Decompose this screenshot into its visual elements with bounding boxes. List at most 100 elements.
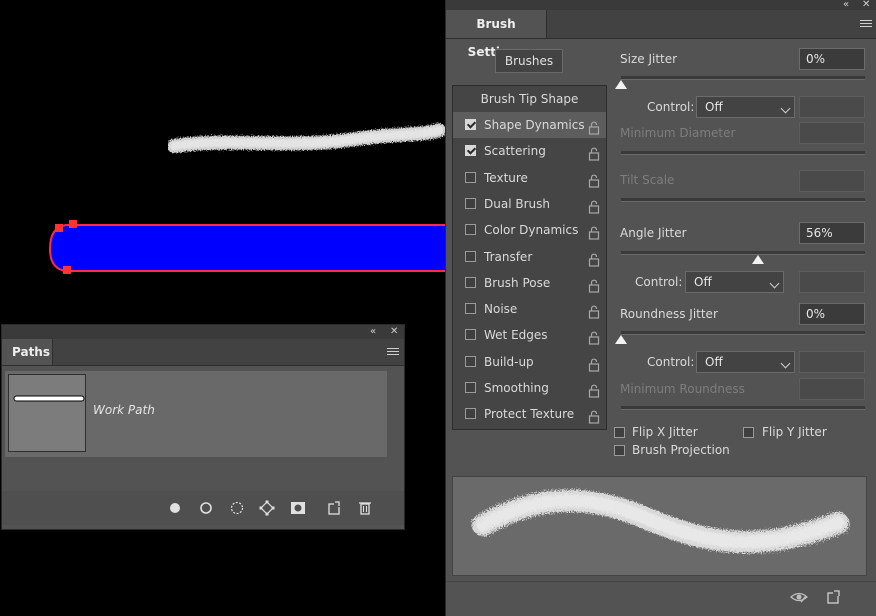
chevron-down-icon [780, 103, 791, 114]
toggle-live-tip-preview-icon[interactable] [789, 588, 809, 606]
size-control-select[interactable]: Off [696, 96, 795, 118]
close-icon[interactable]: ✕ [390, 325, 398, 339]
brush-option-checkbox[interactable] [465, 355, 476, 367]
angle-jitter-thumb[interactable] [751, 255, 764, 264]
tab-brush-settings[interactable]: Brush Settings [446, 10, 547, 59]
brush-option-item[interactable]: Wet Edges [453, 322, 606, 348]
flip-y-jitter-checkbox[interactable] [743, 427, 754, 438]
brush-option-label: Smoothing [484, 381, 549, 395]
roundness-control-select[interactable]: Off [696, 351, 795, 373]
angle-control-select[interactable]: Off [685, 271, 784, 293]
load-selection-icon[interactable] [228, 499, 246, 517]
new-path-icon[interactable] [325, 499, 343, 517]
brush-option-checkbox[interactable] [465, 250, 476, 262]
minimum-roundness-field [799, 378, 865, 400]
brush-option-label: Noise [484, 302, 518, 317]
brushes-button[interactable]: Brushes [495, 49, 563, 73]
path-name[interactable]: Work Path [93, 403, 155, 417]
brush-option-label: Texture [484, 170, 528, 185]
brush-option-checkbox[interactable] [465, 329, 476, 341]
flip-x-jitter-checkbox[interactable] [614, 427, 625, 438]
size-jitter-slider[interactable] [621, 76, 865, 80]
lock-icon[interactable] [588, 250, 600, 267]
size-jitter-field[interactable]: 0% [799, 48, 865, 70]
size-control-value: Off [705, 100, 723, 114]
tab-paths[interactable]: Paths [2, 339, 53, 365]
minimum-roundness-label: Minimum Roundness [620, 382, 745, 396]
brush-option-item[interactable]: Scattering [453, 138, 606, 164]
lock-icon[interactable] [588, 302, 600, 319]
panel-menu-icon[interactable] [860, 20, 872, 28]
brush-option-item[interactable]: Shape Dynamics [453, 112, 606, 138]
roundness-jitter-field[interactable]: 0% [799, 303, 865, 325]
trash-icon[interactable] [356, 499, 374, 517]
brush-option-item[interactable]: Transfer [453, 244, 606, 270]
tilt-scale-slider [621, 198, 865, 202]
brush-option-item[interactable]: Color Dynamics [453, 217, 606, 243]
stroke-path-icon[interactable] [197, 499, 215, 517]
angle-control-value: Off [694, 275, 712, 289]
tilt-scale-label: Tilt Scale [620, 173, 675, 187]
brush-settings-panel: « ✕ Brush Settings Brushes Brush Tip Sha… [445, 0, 876, 616]
tilt-scale-field [799, 170, 865, 192]
add-mask-icon[interactable] [289, 499, 307, 517]
brush-option-checkbox[interactable] [465, 197, 476, 209]
work-path-shape[interactable] [46, 219, 448, 277]
chevron-down-icon [780, 358, 791, 369]
brush-projection-checkbox[interactable] [614, 445, 625, 456]
brush-option-checkbox[interactable] [465, 276, 476, 288]
roundness-jitter-label: Roundness Jitter [620, 307, 718, 321]
brush-option-item[interactable]: Dual Brush [453, 191, 606, 217]
control-label: Control: [647, 100, 695, 114]
lock-icon[interactable] [588, 328, 600, 345]
brush-option-item[interactable]: Smoothing [453, 375, 606, 401]
brush-option-label: Color Dynamics [484, 223, 579, 238]
size-control-field [799, 96, 865, 118]
lock-icon[interactable] [588, 407, 600, 424]
brush-option-checkbox[interactable] [465, 224, 476, 236]
brush-option-checkbox[interactable] [465, 145, 476, 157]
paths-tab-row: Paths [2, 339, 404, 366]
lock-icon[interactable] [588, 171, 600, 188]
roundness-jitter-thumb[interactable] [615, 335, 627, 344]
make-work-path-icon[interactable] [258, 499, 276, 517]
lock-icon[interactable] [588, 197, 600, 214]
panel-menu-icon[interactable] [387, 348, 399, 356]
minimum-diameter-field [799, 122, 865, 144]
lock-icon[interactable] [588, 381, 600, 398]
brush-option-item[interactable]: Protect Texture [453, 401, 606, 427]
brush-option-checkbox[interactable] [465, 382, 476, 393]
paths-panel: « ✕ Paths Work Path [1, 324, 405, 530]
path-list-item[interactable]: Work Path [5, 371, 387, 457]
brush-option-item[interactable]: Noise [453, 296, 606, 322]
size-jitter-label: Size Jitter [620, 52, 678, 66]
brush-option-checkbox[interactable] [465, 171, 476, 183]
collapse-icon[interactable]: « [370, 325, 376, 339]
fill-path-icon[interactable] [166, 499, 184, 517]
angle-control-field [799, 271, 865, 293]
brush-option-label: Brush Pose [484, 275, 551, 290]
create-new-brush-icon[interactable] [824, 588, 844, 606]
brush-option-item[interactable]: Texture [453, 165, 606, 191]
lock-icon[interactable] [588, 118, 600, 135]
roundness-control-field [799, 351, 865, 373]
anchor-point [63, 266, 71, 274]
brush-option-checkbox[interactable] [465, 408, 476, 420]
angle-jitter-slider[interactable] [621, 251, 865, 255]
roundness-jitter-slider[interactable] [621, 331, 865, 335]
brush-option-item[interactable]: Brush Pose [453, 270, 606, 296]
lock-icon[interactable] [588, 144, 600, 161]
lock-icon[interactable] [588, 276, 600, 293]
size-jitter-thumb[interactable] [615, 80, 627, 89]
brush-option-label: Protect Texture [484, 407, 575, 422]
roundness-control-value: Off [705, 355, 723, 369]
brush-options-list: Brush Tip Shape Shape Dynamics Scattering… [452, 85, 607, 430]
brush-tip-shape-item[interactable]: Brush Tip Shape [453, 86, 606, 112]
brush-option-checkbox[interactable] [465, 119, 476, 130]
brush-option-label: Transfer [484, 249, 533, 264]
brush-option-checkbox[interactable] [465, 303, 476, 315]
lock-icon[interactable] [588, 223, 600, 240]
lock-icon[interactable] [588, 355, 600, 372]
brush-option-item[interactable]: Build-up [453, 349, 606, 375]
angle-jitter-field[interactable]: 56% [799, 222, 865, 244]
